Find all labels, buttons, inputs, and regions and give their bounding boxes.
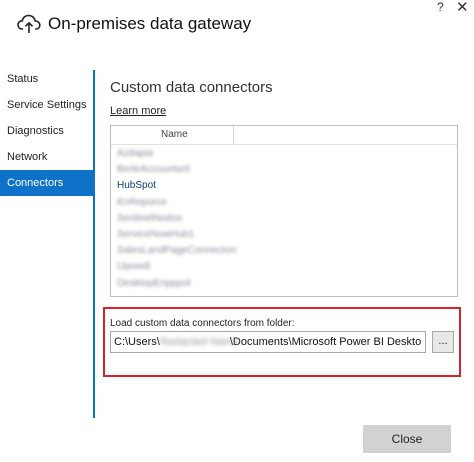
cloud-upload-icon xyxy=(17,14,41,33)
page-title: Custom data connectors xyxy=(110,79,273,96)
list-item[interactable]: BerleAccountsrit xyxy=(111,162,457,178)
sidebar-item-service-settings[interactable]: Service Settings xyxy=(0,92,93,118)
sidebar-item-network[interactable]: Network xyxy=(0,144,93,170)
column-separator xyxy=(233,126,234,144)
help-button[interactable]: ? xyxy=(437,0,444,14)
list-item[interactable]: DesktopEnpppol xyxy=(111,276,457,292)
list-item[interactable]: KnReporce xyxy=(111,195,457,211)
close-button[interactable]: Close xyxy=(363,425,451,453)
learn-more-link[interactable]: Learn more xyxy=(110,105,166,117)
folder-label: Load custom data connectors from folder: xyxy=(110,318,295,329)
title-bar: On-premises data gateway ? ✕ xyxy=(0,0,474,48)
list-header: Name xyxy=(111,126,457,145)
browse-folder-button[interactable]: ... xyxy=(432,331,454,353)
list-item[interactable]: SalesLandPageConnectorr xyxy=(111,243,457,259)
sidebar-item-connectors[interactable]: Connectors xyxy=(0,170,93,196)
list-item[interactable]: HubSpot xyxy=(111,178,457,194)
connectors-list[interactable]: Name Azdapia BerleAccountsrit HubSpot Kn… xyxy=(110,125,458,297)
sidebar-item-diagnostics[interactable]: Diagnostics xyxy=(0,118,93,144)
path-prefix: C:\Users\ xyxy=(114,336,160,348)
sidebar-divider xyxy=(93,70,95,418)
folder-path-input[interactable]: C:\Users\Redacted Name\Documents\Microso… xyxy=(110,331,426,353)
window-title: On-premises data gateway xyxy=(48,14,252,33)
redacted-username: Redacted Name xyxy=(159,336,240,348)
list-item[interactable]: Upowdi xyxy=(111,259,457,275)
sidebar-nav: Status Service Settings Diagnostics Netw… xyxy=(0,66,93,418)
list-item[interactable]: Azdapia xyxy=(111,146,457,162)
column-header-name[interactable]: Name xyxy=(161,129,188,140)
list-item[interactable]: ServiceNowHub1 xyxy=(111,227,457,243)
list-item[interactable]: SentinelNodos xyxy=(111,211,457,227)
path-suffix: \Documents\Microsoft Power BI Deskto xyxy=(229,336,422,348)
list-rows: Azdapia BerleAccountsrit HubSpot KnRepor… xyxy=(111,145,457,292)
close-window-button[interactable]: ✕ xyxy=(456,0,469,16)
sidebar-item-status[interactable]: Status xyxy=(0,66,93,92)
